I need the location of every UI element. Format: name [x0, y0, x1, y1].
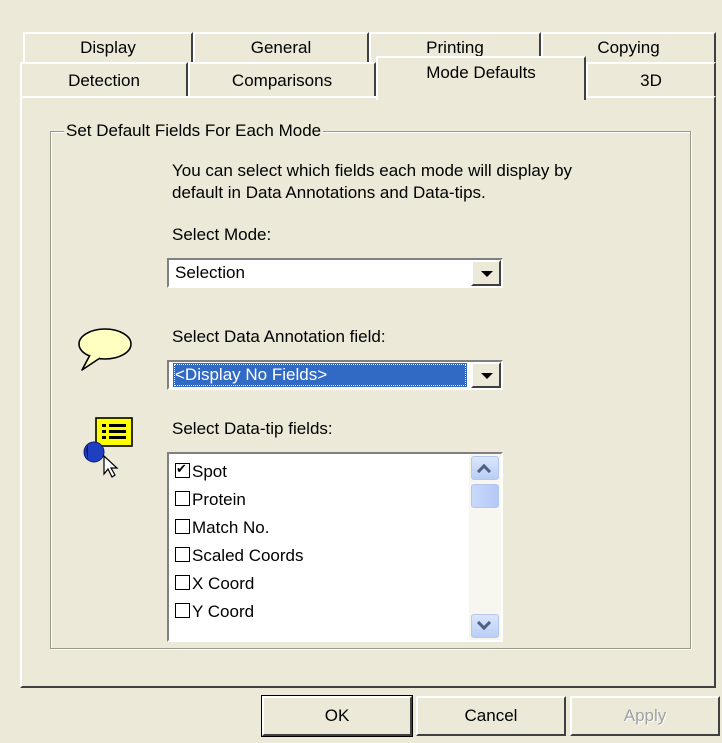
checkbox[interactable]: [175, 603, 190, 618]
description-line-2: default in Data Annotations and Data-tip…: [172, 183, 486, 202]
checkbox[interactable]: [175, 491, 190, 506]
annotation-field-value: <Display No Fields>: [173, 363, 467, 387]
checkbox[interactable]: [175, 547, 190, 562]
list-item-label: Y Coord: [192, 602, 255, 621]
select-mode-value: Selection: [175, 263, 245, 282]
list-item-label: X Coord: [192, 574, 255, 593]
list-item[interactable]: X Coord: [175, 571, 254, 597]
chevron-down-icon[interactable]: [471, 362, 501, 388]
tab-3d[interactable]: 3D: [586, 62, 716, 96]
description-line-1: You can select which fields each mode wi…: [172, 161, 573, 180]
datatip-fields-list[interactable]: Spot Protein Match No. Scaled Coords X C…: [167, 452, 503, 642]
checkbox[interactable]: [175, 575, 190, 590]
ok-button[interactable]: OK: [261, 695, 413, 737]
scroll-thumb[interactable]: [471, 484, 499, 508]
apply-button[interactable]: Apply: [570, 696, 720, 736]
list-item-label: Match No.: [192, 518, 270, 537]
tab-display[interactable]: Display: [23, 32, 193, 62]
tab-general[interactable]: General: [193, 32, 369, 62]
list-item-label: Scaled Coords: [192, 546, 304, 565]
select-mode-dropdown[interactable]: Selection: [167, 258, 503, 288]
tab-comparisons[interactable]: Comparisons: [188, 62, 376, 96]
list-item[interactable]: Protein: [175, 487, 246, 513]
scroll-up-button[interactable]: [471, 456, 499, 480]
datatip-fields-label: Select Data-tip fields:: [172, 419, 333, 438]
chevron-up-icon: [476, 463, 492, 479]
chevron-down-icon: [476, 615, 492, 631]
list-item[interactable]: Scaled Coords: [175, 543, 304, 569]
scroll-down-button[interactable]: [471, 614, 499, 638]
list-item[interactable]: Match No.: [175, 515, 269, 541]
annotation-field-label: Select Data Annotation field:: [172, 327, 386, 346]
cancel-button[interactable]: Cancel: [416, 696, 566, 736]
chevron-down-icon[interactable]: [471, 260, 501, 286]
tab-detection[interactable]: Detection: [20, 62, 188, 96]
data-tip-pointer-icon: [82, 416, 142, 480]
list-item-label: Protein: [192, 490, 246, 509]
list-item-label: Spot: [192, 462, 227, 481]
annotation-field-dropdown[interactable]: <Display No Fields>: [167, 360, 503, 390]
list-item[interactable]: Y Coord: [175, 599, 254, 625]
list-item[interactable]: Spot: [175, 457, 227, 485]
speech-bubble-icon: [76, 326, 136, 376]
checkbox[interactable]: [175, 519, 190, 534]
group-label: Set Default Fields For Each Mode: [64, 120, 324, 142]
checkbox-checked[interactable]: [175, 457, 190, 481]
select-mode-label: Select Mode:: [172, 225, 272, 244]
vertical-scrollbar[interactable]: [469, 454, 501, 640]
